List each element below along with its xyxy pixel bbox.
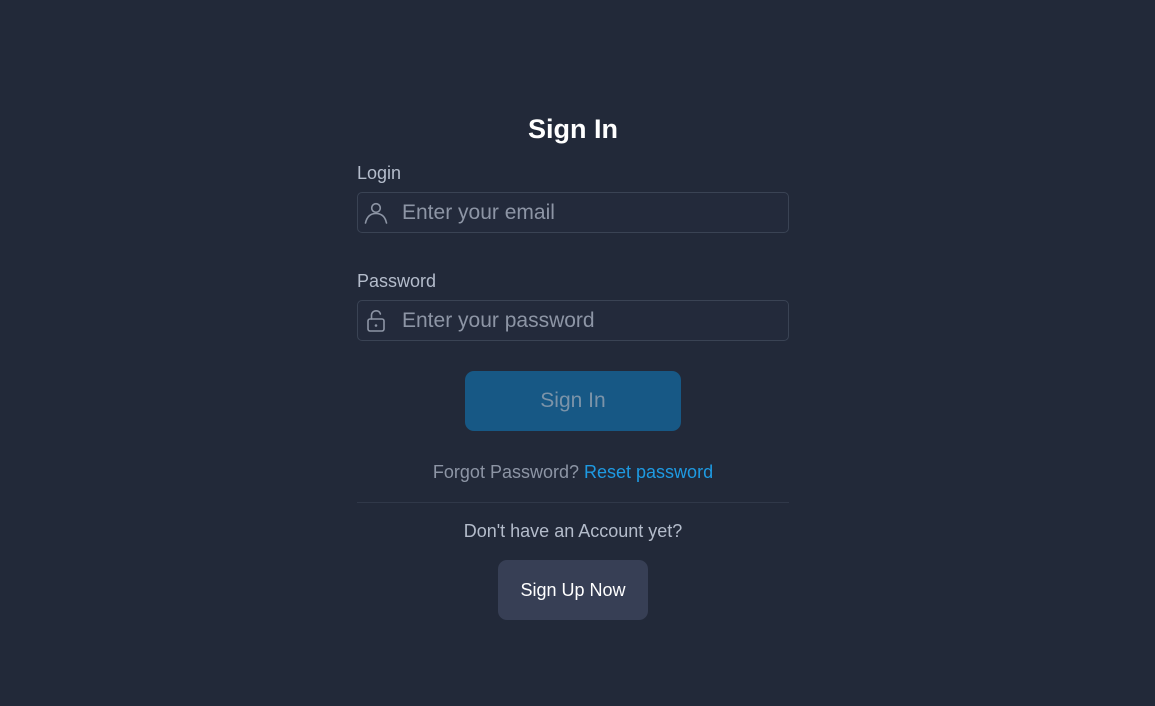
login-field[interactable] [357,192,789,233]
sign-in-panel: Sign In Login Password Sign In Forgot Pa… [357,110,789,620]
no-account-text: Don't have an Account yet? [463,521,683,541]
forgot-password-row: Forgot Password? Reset password [357,461,789,483]
password-field[interactable] [357,300,789,341]
page-title: Sign In [528,114,618,144]
email-input[interactable] [402,193,780,232]
password-input[interactable] [402,301,780,340]
lock-icon [367,309,385,332]
password-label: Password [357,271,437,291]
user-icon [364,202,388,224]
sign-up-button[interactable]: Sign Up Now [498,560,648,620]
forgot-password-text: Forgot Password? [432,462,579,482]
sign-in-button[interactable]: Sign In [465,371,681,431]
reset-password-link[interactable]: Reset password [584,462,713,482]
login-label: Login [357,163,402,183]
divider [357,502,789,503]
